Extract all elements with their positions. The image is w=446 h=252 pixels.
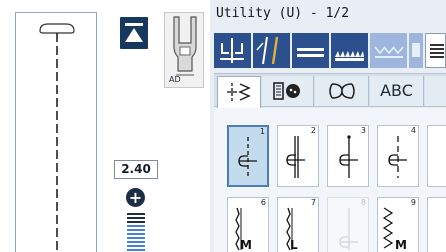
jump-to-start-button[interactable] [120, 17, 148, 49]
triple-stretch-stitch-icon [286, 136, 305, 178]
keyboard-icon [430, 44, 444, 58]
width-level-bar [127, 241, 145, 243]
stitch-foot-letter: M [240, 238, 252, 252]
more-tabs-icon [425, 76, 446, 106]
utility-stitch-icon [227, 83, 251, 101]
keyboard-button[interactable] [425, 33, 446, 68]
stitch-tile-6[interactable]: 6 M [227, 197, 269, 252]
stitch-foot-letter: M [395, 238, 407, 252]
stitch-tile-3[interactable]: 3 [327, 125, 369, 187]
width-level-bar [127, 221, 145, 223]
stitch-tile-2[interactable]: 2 [277, 125, 319, 187]
page-title: Utility (U) - 1/2 [216, 6, 350, 21]
stitch-length-icon [297, 48, 324, 57]
stitch-foot-letter: L [290, 238, 298, 252]
stitch-preview [15, 12, 97, 252]
stretch-stitch-icon [286, 207, 293, 251]
width-level-bar [127, 249, 145, 251]
stitch-tile-5[interactable] [427, 125, 446, 187]
tab-more[interactable] [425, 76, 446, 106]
tab-letters-label: ABC [380, 81, 413, 100]
jump-top-icon [125, 23, 143, 42]
stitch-tile-10[interactable] [427, 197, 446, 252]
stitch-length-button[interactable] [292, 33, 329, 68]
presser-foot-button[interactable] [409, 33, 423, 68]
mirror-stitch-icon [220, 38, 244, 63]
width-level-bar [127, 217, 145, 219]
stitch-tile-8: 8 [327, 197, 369, 252]
tab-utility[interactable] [217, 76, 261, 108]
elongation-icon [374, 46, 404, 58]
needle-line-icon [39, 23, 75, 252]
width-increase-button[interactable]: + [126, 188, 145, 207]
twin-needle-icon [256, 36, 279, 65]
basting-stitch-icon [388, 136, 407, 178]
straight-stitch-middle-icon [339, 135, 358, 178]
stitch-tile-7[interactable]: 7 L [277, 197, 319, 252]
stitch-selection-panel: Utility (U) - 1/2 ABC 1 2 3 4 6 M 7 L 8 … [210, 0, 446, 252]
width-level-bar [127, 237, 145, 239]
stitch-width-value: 2.40 [114, 160, 158, 179]
plus-icon: + [128, 188, 143, 207]
twin-needle-button[interactable] [253, 33, 290, 68]
width-level-bar [127, 225, 145, 227]
category-tab-bar: ABC [214, 73, 446, 108]
presser-foot-code: AD [169, 75, 181, 84]
mirror-stitch-button[interactable] [214, 33, 251, 68]
decorative-stitch-icon [329, 83, 355, 99]
disabled-stitch-icon [339, 208, 358, 250]
stitch-tile-4[interactable]: 4 [377, 125, 419, 187]
presser-foot-indicator[interactable]: AD [164, 12, 204, 88]
stitch-grid: 1 2 3 4 6 M 7 L 8 9 M [214, 108, 446, 252]
width-level-bar [127, 213, 145, 215]
stitch-tile-9[interactable]: 9 M [377, 197, 419, 252]
tab-buttonhole[interactable] [262, 76, 314, 106]
tab-decorative[interactable] [315, 76, 369, 106]
buttonhole-icon [273, 82, 300, 100]
straight-stitch-left-icon [238, 137, 257, 179]
feed-dog-button[interactable] [331, 33, 368, 68]
elongation-button[interactable] [370, 33, 407, 68]
tab-letters[interactable]: ABC [370, 76, 424, 106]
presser-foot-icon [412, 43, 420, 57]
width-level-indicator [127, 213, 145, 252]
feed-dog-icon [335, 51, 364, 61]
stitch-tile-1[interactable]: 1 [227, 125, 269, 187]
width-level-bar [127, 245, 145, 247]
width-level-bar [127, 229, 145, 231]
width-level-bar [127, 233, 145, 235]
